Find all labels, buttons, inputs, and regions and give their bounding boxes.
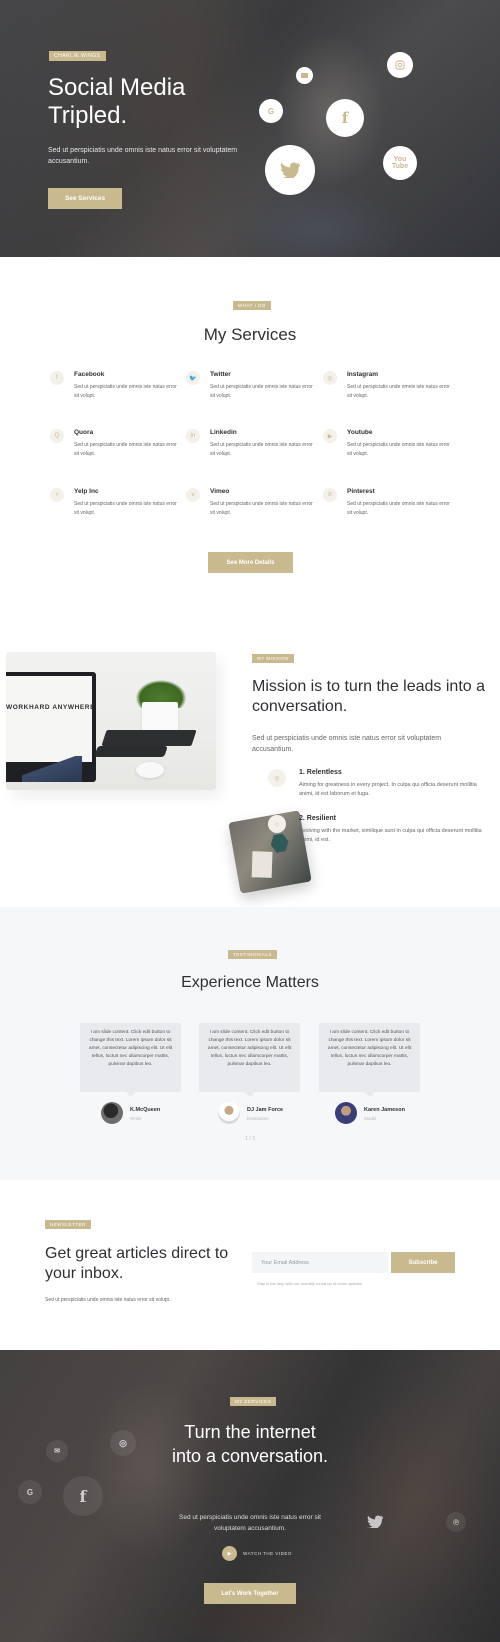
email-icon: ✉ — [46, 1440, 68, 1462]
lets-work-together-button[interactable]: Let's Work Together — [204, 1583, 296, 1604]
services-section: What I Do My Services f Facebook Sed ut … — [0, 257, 500, 612]
author-name: Karen Jameson — [364, 1107, 405, 1113]
instagram-icon: ◎ — [110, 1430, 136, 1456]
youtube-icon[interactable]: You Tube — [383, 146, 417, 180]
laptop-screen-text: WORKHARD ANYWHERE — [6, 704, 96, 711]
slider-pagination[interactable]: 1 / 3 — [0, 1136, 500, 1142]
avatar — [101, 1102, 123, 1124]
services-tag: What I Do — [233, 301, 271, 310]
service-description: Sed ut perspiciatis unde omnis iste natu… — [347, 442, 450, 457]
cta-description: Sed ut perspiciatis unde omnis iste natu… — [179, 1514, 321, 1532]
testimonial-card: I am slide content. Click edit button to… — [199, 1023, 300, 1097]
twitter-icon[interactable] — [265, 145, 315, 195]
author-role: Entertainer — [247, 1116, 270, 1121]
yelp-icon: ʏ — [50, 488, 64, 502]
hero-title: Social Media Tripled. — [48, 74, 186, 129]
facebook-icon: f — [63, 1476, 103, 1516]
see-services-button[interactable]: See Services — [48, 188, 122, 209]
newsletter-tag: Newsletter — [45, 1220, 91, 1229]
linkedin-icon: in — [186, 429, 200, 443]
see-more-details-button[interactable]: See More Details — [208, 552, 293, 573]
author-role: Model — [364, 1116, 377, 1121]
service-description: Sed ut perspiciatis unde omnis iste natu… — [74, 442, 177, 457]
service-title: Linkedin — [210, 429, 237, 436]
service-description: Sed ut perspiciatis unde omnis iste natu… — [74, 384, 177, 399]
phone-image — [94, 746, 168, 757]
newsletter-section: Newsletter Get great articles direct to … — [0, 1180, 500, 1350]
facebook-icon: f — [50, 371, 64, 385]
shield-icon: ◇ — [268, 815, 286, 833]
testimonial-card: I am slide content. Click edit button to… — [80, 1023, 181, 1097]
service-title: Instagram — [347, 371, 379, 378]
notebook-image — [101, 730, 197, 746]
hero-section: Charlie Wings Social Media Tripled. Sed … — [0, 0, 500, 257]
google-icon[interactable]: G — [259, 99, 283, 123]
mission-tag: My Mission — [252, 654, 294, 663]
watch-video-link[interactable]: Watch the video — [243, 1551, 292, 1556]
testimonial-author: DJ Jam Force Entertainer — [218, 1102, 328, 1124]
service-description: Sed ut perspiciatis unde omnis iste natu… — [347, 501, 450, 516]
service-title: Yelp Inc — [74, 488, 99, 495]
instagram-icon[interactable] — [387, 52, 413, 78]
hero-description: Sed ut perspiciatis unde omnis iste natu… — [48, 147, 238, 165]
testimonial-author: Karen Jameson Model — [335, 1102, 445, 1124]
service-title: Quora — [74, 429, 94, 436]
cta-section: ✉ ◎ G f ℗ My Services Turn the internet … — [0, 1350, 500, 1642]
service-title: Vimeo — [210, 488, 230, 495]
service-title: Pinterest — [347, 488, 375, 495]
avatar — [335, 1102, 357, 1124]
twitter-icon: 🐦 — [186, 371, 200, 385]
mouse-image — [136, 762, 164, 778]
testimonial-card: I am slide content. Click edit button to… — [319, 1023, 420, 1097]
subscribe-button[interactable]: Subscribe — [391, 1252, 455, 1273]
cta-title: Turn the internet into a conversation. — [171, 1422, 329, 1466]
newsletter-note: Stay in the loop with our monthly round … — [257, 1281, 364, 1286]
author-role: Writer — [130, 1116, 142, 1121]
service-description: Sed ut perspiciatis unde omnis iste natu… — [74, 501, 177, 516]
email-input[interactable] — [252, 1252, 388, 1273]
youtube-icon: ▶ — [323, 429, 337, 443]
service-description: Sed ut perspiciatis unde omnis iste natu… — [347, 384, 450, 399]
instagram-icon: ◎ — [323, 371, 337, 385]
mission-section: WORKHARD ANYWHERE My Mission Mission is … — [0, 612, 500, 907]
mission-title: Mission is to turn the leads into a conv… — [252, 678, 486, 715]
newsletter-subtitle: Sed ut perspiciatis unde omnis iste natu… — [45, 1297, 171, 1303]
point-title: 2. Resilient — [299, 815, 336, 822]
facebook-icon[interactable]: f — [326, 99, 364, 137]
newsletter-title: Get great articles direct to your inbox. — [45, 1245, 229, 1282]
cta-tag: My Services — [230, 1397, 277, 1406]
service-description: Sed ut perspiciatis unde omnis iste natu… — [210, 442, 313, 457]
plant-image — [126, 658, 196, 708]
service-description: Sed ut perspiciatis unde omnis iste natu… — [210, 384, 313, 399]
testimonial-author: K.McQueen Writer — [101, 1102, 211, 1124]
service-title: Facebook — [74, 371, 105, 378]
mission-lead: Sed ut perspiciatis unde omnis iste natu… — [252, 735, 442, 753]
point-title: 1. Relentless — [299, 769, 342, 776]
twitter-icon — [360, 1506, 390, 1536]
play-icon[interactable]: ▶ — [222, 1546, 237, 1561]
services-title: My Services — [203, 325, 297, 344]
service-description: Sed ut perspiciatis unde omnis iste natu… — [210, 501, 313, 516]
service-title: Twitter — [210, 371, 231, 378]
testimonials-tag: Testimonials — [228, 950, 278, 959]
testimonials-title: Experience Matters — [181, 974, 319, 991]
testimonials-section: Testimonials Experience Matters I am sli… — [0, 907, 500, 1180]
point-description: Evolving with the market, similique sunt… — [299, 828, 482, 843]
laptop-screen: WORKHARD ANYWHERE — [6, 672, 96, 782]
service-title: Youtube — [347, 429, 373, 436]
pinterest-icon: ℗ — [446, 1512, 466, 1532]
quora-icon: Q — [50, 429, 64, 443]
email-icon[interactable] — [296, 67, 313, 84]
laptop-desk-photo: WORKHARD ANYWHERE — [6, 652, 216, 790]
google-icon: G — [18, 1480, 42, 1504]
author-name: DJ Jam Force — [247, 1107, 284, 1113]
target-icon: ◎ — [268, 769, 286, 787]
author-name: K.McQueen — [130, 1107, 161, 1113]
point-description: Aiming for greatness in every project. I… — [299, 782, 477, 797]
hero-tag: Charlie Wings — [49, 51, 106, 61]
vimeo-icon: v — [186, 488, 200, 502]
pinterest-icon: ℗ — [323, 488, 337, 502]
avatar — [218, 1102, 240, 1124]
